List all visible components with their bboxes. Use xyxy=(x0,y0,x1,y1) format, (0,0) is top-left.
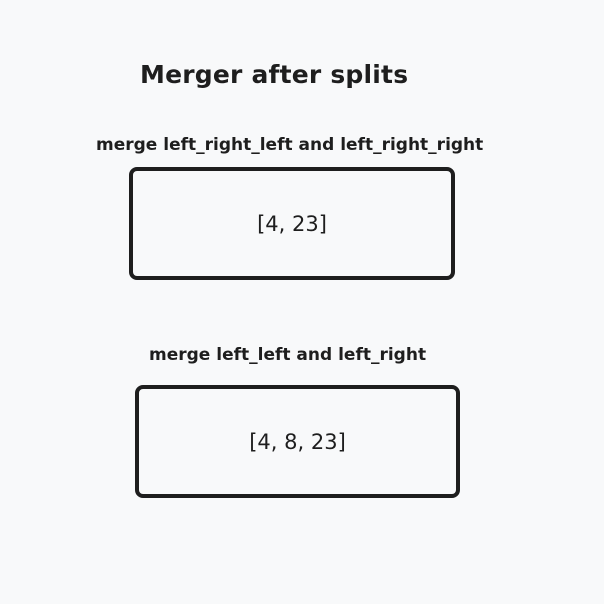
merge-step-2-value: [4, 8, 23] xyxy=(249,429,346,454)
merge-step-1-value: [4, 23] xyxy=(257,211,327,236)
merge-step-1-label: merge left_right_left and left_right_rig… xyxy=(96,135,484,155)
merge-step-2-label: merge left_left and left_right xyxy=(149,345,427,365)
diagram-title: Merger after splits xyxy=(140,60,409,89)
merge-step-1-box: [4, 23] xyxy=(129,167,455,280)
merge-step-2-box: [4, 8, 23] xyxy=(135,385,460,498)
